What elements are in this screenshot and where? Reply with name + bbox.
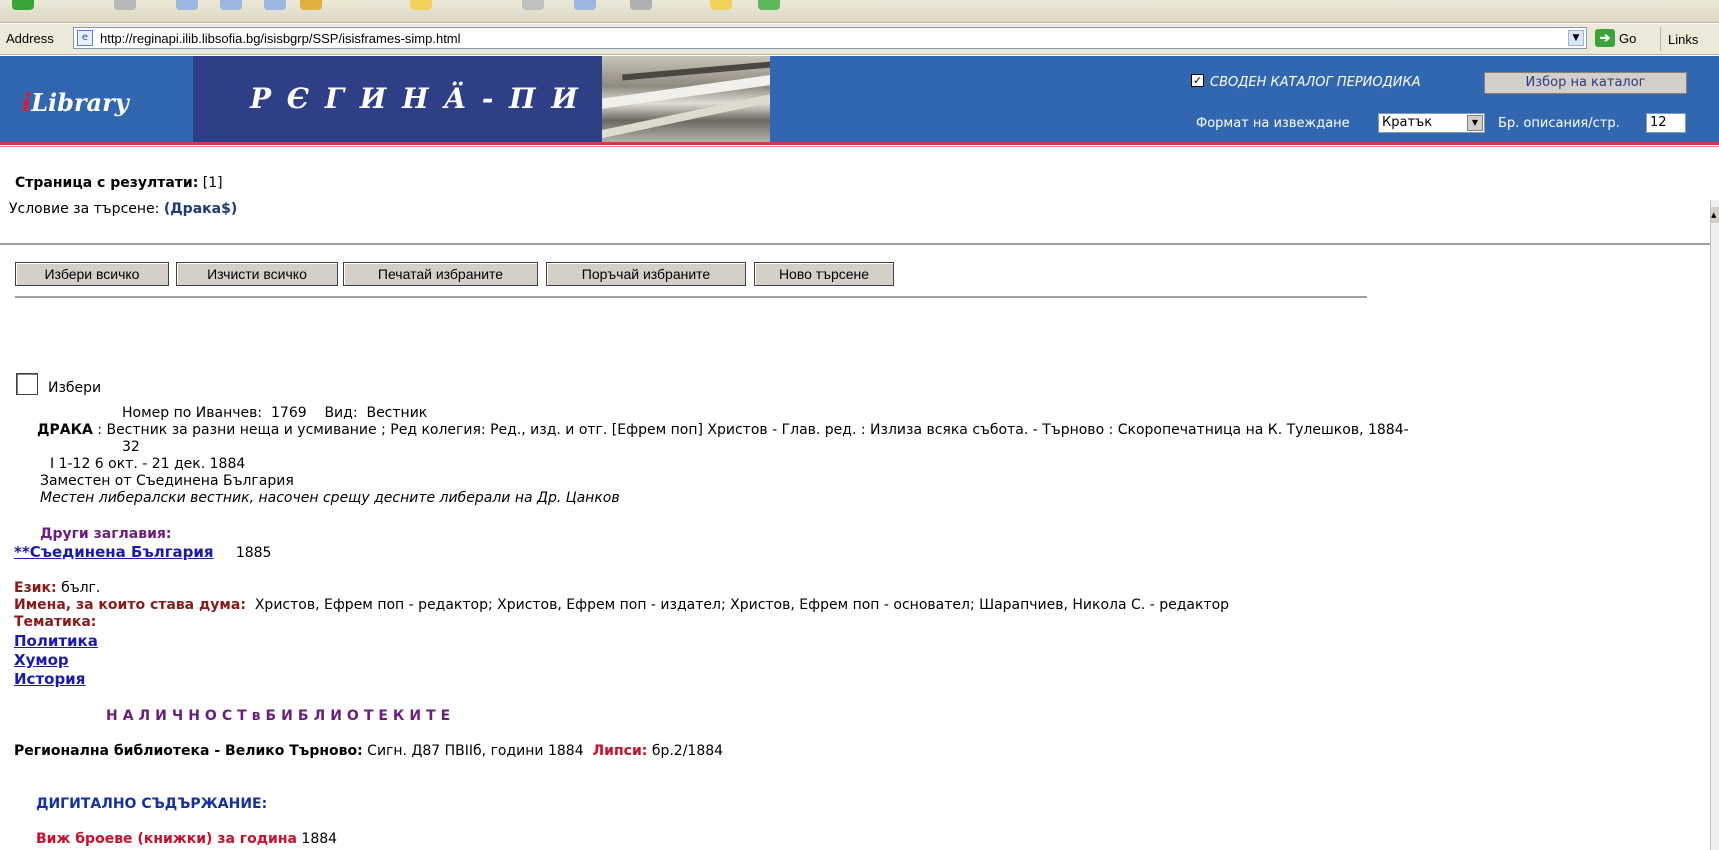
page-icon: e	[77, 30, 93, 46]
mail-icon[interactable]	[574, 0, 596, 10]
go-button[interactable]: ➔ Go	[1595, 29, 1636, 49]
site-banner: iLibrary Р Є Г И Н Ä - П И ✓ СВОДЕН КАТА…	[0, 56, 1719, 142]
favorites-icon[interactable]	[410, 0, 432, 10]
folder-icon[interactable]	[710, 0, 732, 10]
issues-for-year-link[interactable]: Виж броеве (книжки) за година	[36, 831, 297, 847]
select-record-checkbox[interactable]	[16, 373, 38, 395]
other-title-row: **Съединена България 1885	[14, 543, 272, 561]
address-label: Address	[6, 31, 54, 46]
catalog-label: СВОДЕН КАТАЛОГ ПЕРИОДИКА	[1210, 75, 1421, 90]
divider	[15, 296, 1367, 298]
digital-content-heading: ДИГИТАЛНО СЪДЪРЖАНИЕ:	[36, 796, 268, 812]
choose-catalog-button[interactable]: Избор на каталог	[1484, 72, 1687, 94]
language-row: Език: бълг.	[14, 580, 101, 596]
page-link-1[interactable]: [1]	[203, 175, 223, 191]
banner-divider-thin	[0, 146, 1719, 147]
history-icon[interactable]	[522, 0, 544, 10]
chevron-down-icon[interactable]: ▼	[1568, 30, 1584, 46]
record-title: ДРАКА	[37, 422, 93, 438]
select-record-label: Избери	[48, 380, 102, 396]
new-search-button[interactable]: Ново търсене	[754, 262, 894, 286]
edit-icon[interactable]	[300, 0, 322, 10]
search-condition: Условие за търсене: (Драка$)	[9, 201, 238, 217]
names-row: Имена, за които става дума: Христов, Ефр…	[14, 597, 1230, 613]
record-issues: I 1-12 6 окт. - 21 дек. 1884	[50, 456, 246, 472]
record-description: ДРАКА : Вестник за разни неща и усмивани…	[37, 422, 1409, 438]
format-select[interactable]: Кратък ▼	[1378, 113, 1485, 133]
record-number-line: Номер по Иванчев: 1769 Вид: Вестник	[122, 405, 428, 421]
clear-all-button[interactable]: Изчисти всичко	[176, 262, 338, 286]
per-page-label: Бр. описания/стр.	[1498, 116, 1620, 131]
back-icon[interactable]	[12, 0, 34, 10]
record-description-cont: 32	[122, 439, 140, 455]
chevron-down-icon[interactable]: ▼	[1467, 115, 1483, 131]
ilibrary-logo[interactable]: iLibrary	[22, 88, 129, 117]
format-label: Формат на извеждане	[1196, 116, 1350, 131]
url-text: http://reginapi.ilib.libsofia.bg/isisbgr…	[100, 31, 461, 46]
per-page-input[interactable]: 12	[1646, 113, 1686, 133]
go-arrow-icon: ➔	[1595, 29, 1615, 47]
subject-link-humor: Хумор	[14, 651, 69, 669]
other-titles-label: Други заглавия:	[40, 526, 172, 542]
scrollbar[interactable]	[1710, 200, 1719, 850]
catalog-checkbox[interactable]: ✓	[1191, 74, 1204, 87]
record-note: Местен либералски вестник, насочен срещу…	[40, 490, 620, 506]
library-holdings-row: Регионална библиотека - Велико Търново: …	[14, 743, 724, 759]
scroll-up-icon[interactable]: ▲	[1711, 207, 1719, 223]
stop-icon[interactable]	[176, 0, 198, 10]
refresh-icon[interactable]	[220, 0, 242, 10]
other-title-link[interactable]: **Съединена България	[14, 543, 214, 561]
forward-icon[interactable]	[114, 0, 136, 10]
messenger-icon[interactable]	[758, 0, 780, 10]
toolbar-separator	[1660, 27, 1661, 51]
address-bar: Address e http://reginapi.ilib.libsofia.…	[0, 24, 1719, 55]
order-selected-button[interactable]: Поръчай избраните	[546, 262, 746, 286]
record-replaced-by: Заместен от Съединена България	[40, 473, 294, 489]
print-selected-button[interactable]: Печатай избраните	[343, 262, 538, 286]
banner-divider	[0, 142, 1719, 145]
subject-link-history: История	[14, 670, 86, 688]
browser-toolbar	[0, 0, 1719, 23]
results-pages: Страница с резултати: [1]	[15, 175, 223, 191]
holdings-heading: НАЛИЧНОСТвБИБЛИОТЕКИТЕ	[106, 708, 456, 724]
home-icon[interactable]	[264, 0, 286, 10]
url-input[interactable]: e http://reginapi.ilib.libsofia.bg/isisb…	[73, 27, 1587, 49]
newspapers-image	[602, 56, 770, 142]
site-title: Р Є Г И Н Ä - П И	[250, 82, 581, 115]
links-button[interactable]: Links	[1668, 32, 1698, 47]
issues-for-year-row: Виж броеве (книжки) за година 1884	[36, 831, 338, 847]
subjects-label: Тематика:	[14, 614, 97, 630]
select-all-button[interactable]: Избери всичко	[15, 262, 169, 286]
subject-link-politics: Политика	[14, 632, 98, 650]
divider	[0, 243, 1710, 245]
print-icon[interactable]	[630, 0, 652, 10]
